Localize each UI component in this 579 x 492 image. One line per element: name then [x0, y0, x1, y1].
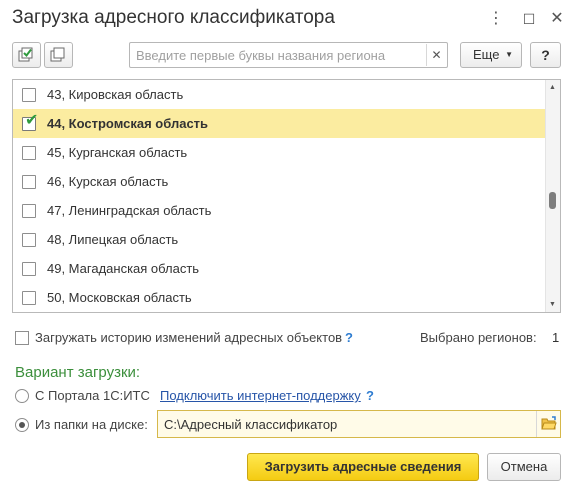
portal-radio[interactable]: [15, 389, 29, 403]
window-title: Загрузка адресного классификатора: [12, 7, 335, 28]
uncheck-all-button[interactable]: [44, 42, 73, 68]
list-item[interactable]: 48, Липецкая область: [13, 225, 546, 254]
title-bar: Загрузка адресного классификатора ⋮ ☐ ✕: [0, 0, 579, 40]
disk-radio[interactable]: [15, 418, 29, 432]
list-item[interactable]: 46, Курская область: [13, 167, 546, 196]
selected-count-label: Выбрано регионов:: [420, 330, 537, 345]
region-checkbox[interactable]: [22, 88, 36, 102]
folder-path-field: [157, 410, 561, 438]
region-checkbox[interactable]: [22, 146, 36, 160]
folder-open-icon: [541, 416, 557, 430]
check-all-icon: [18, 47, 33, 62]
list-item[interactable]: 49, Магаданская область: [13, 254, 546, 283]
region-label: 48, Липецкая область: [47, 232, 179, 247]
list-item[interactable]: 50, Московская область: [13, 283, 546, 312]
list-item[interactable]: 45, Курганская область: [13, 138, 546, 167]
portal-radio-label: С Портала 1С:ИТС: [35, 388, 150, 403]
region-label: 43, Кировская область: [47, 87, 184, 102]
close-icon[interactable]: ✕: [548, 10, 566, 28]
list-item[interactable]: 47, Ленинградская область: [13, 196, 546, 225]
region-search: ✕: [129, 42, 448, 68]
region-checkbox[interactable]: [22, 175, 36, 189]
disk-radio-label: Из папки на диске:: [35, 417, 148, 432]
browse-folder-button[interactable]: [536, 411, 560, 437]
region-checkbox[interactable]: [22, 204, 36, 218]
radio-selected-dot: [19, 422, 25, 428]
region-label: 46, Курская область: [47, 174, 169, 189]
selected-count-value: 1: [552, 330, 560, 345]
history-label: Загружать историю изменений адресных объ…: [35, 330, 343, 345]
scrollbar-thumb[interactable]: [549, 192, 556, 209]
region-label: 44, Костромская область: [47, 116, 209, 131]
more-menu-icon[interactable]: ⋮: [487, 10, 505, 28]
maximize-icon[interactable]: ☐: [520, 10, 538, 28]
clear-search-icon[interactable]: ✕: [426, 44, 446, 66]
cancel-button[interactable]: Отмена: [487, 453, 561, 481]
check-all-button[interactable]: [12, 42, 41, 68]
more-button-label: Еще: [473, 47, 500, 62]
region-label: 50, Московская область: [47, 290, 192, 305]
region-checkbox[interactable]: [22, 262, 36, 276]
region-checkbox[interactable]: [22, 291, 36, 305]
region-list: 43, Кировская область ✔ 44, Костромская об…: [12, 79, 561, 313]
help-button[interactable]: ?: [530, 42, 561, 68]
chevron-down-icon: ▼: [505, 50, 513, 59]
search-input[interactable]: [130, 43, 426, 67]
portal-help-icon[interactable]: ?: [366, 388, 374, 403]
scroll-up-icon[interactable]: ▲: [549, 84, 556, 91]
history-checkbox[interactable]: [15, 331, 29, 345]
region-label: 49, Магаданская область: [47, 261, 200, 276]
load-address-data-button[interactable]: Загрузить адресные сведения: [247, 453, 479, 481]
region-checkbox[interactable]: ✔: [22, 113, 38, 131]
connect-support-link[interactable]: Подключить интернет-поддержку: [160, 388, 361, 403]
load-variant-title: Вариант загрузки:: [15, 364, 141, 381]
checkmark-icon: ✔: [25, 112, 39, 129]
more-button[interactable]: Еще ▼: [460, 42, 522, 68]
scroll-down-icon[interactable]: ▼: [549, 301, 556, 308]
region-label: 45, Курганская область: [47, 145, 188, 160]
list-item[interactable]: 43, Кировская область: [13, 80, 546, 109]
region-label: 47, Ленинградская область: [47, 203, 212, 218]
list-item[interactable]: ✔ 44, Костромская область: [13, 109, 546, 138]
uncheck-all-icon: [50, 47, 65, 62]
scrollbar[interactable]: ▲ ▼: [545, 80, 560, 312]
region-checkbox[interactable]: [22, 233, 36, 247]
folder-path-input[interactable]: [158, 411, 536, 437]
history-help-icon[interactable]: ?: [345, 330, 353, 345]
